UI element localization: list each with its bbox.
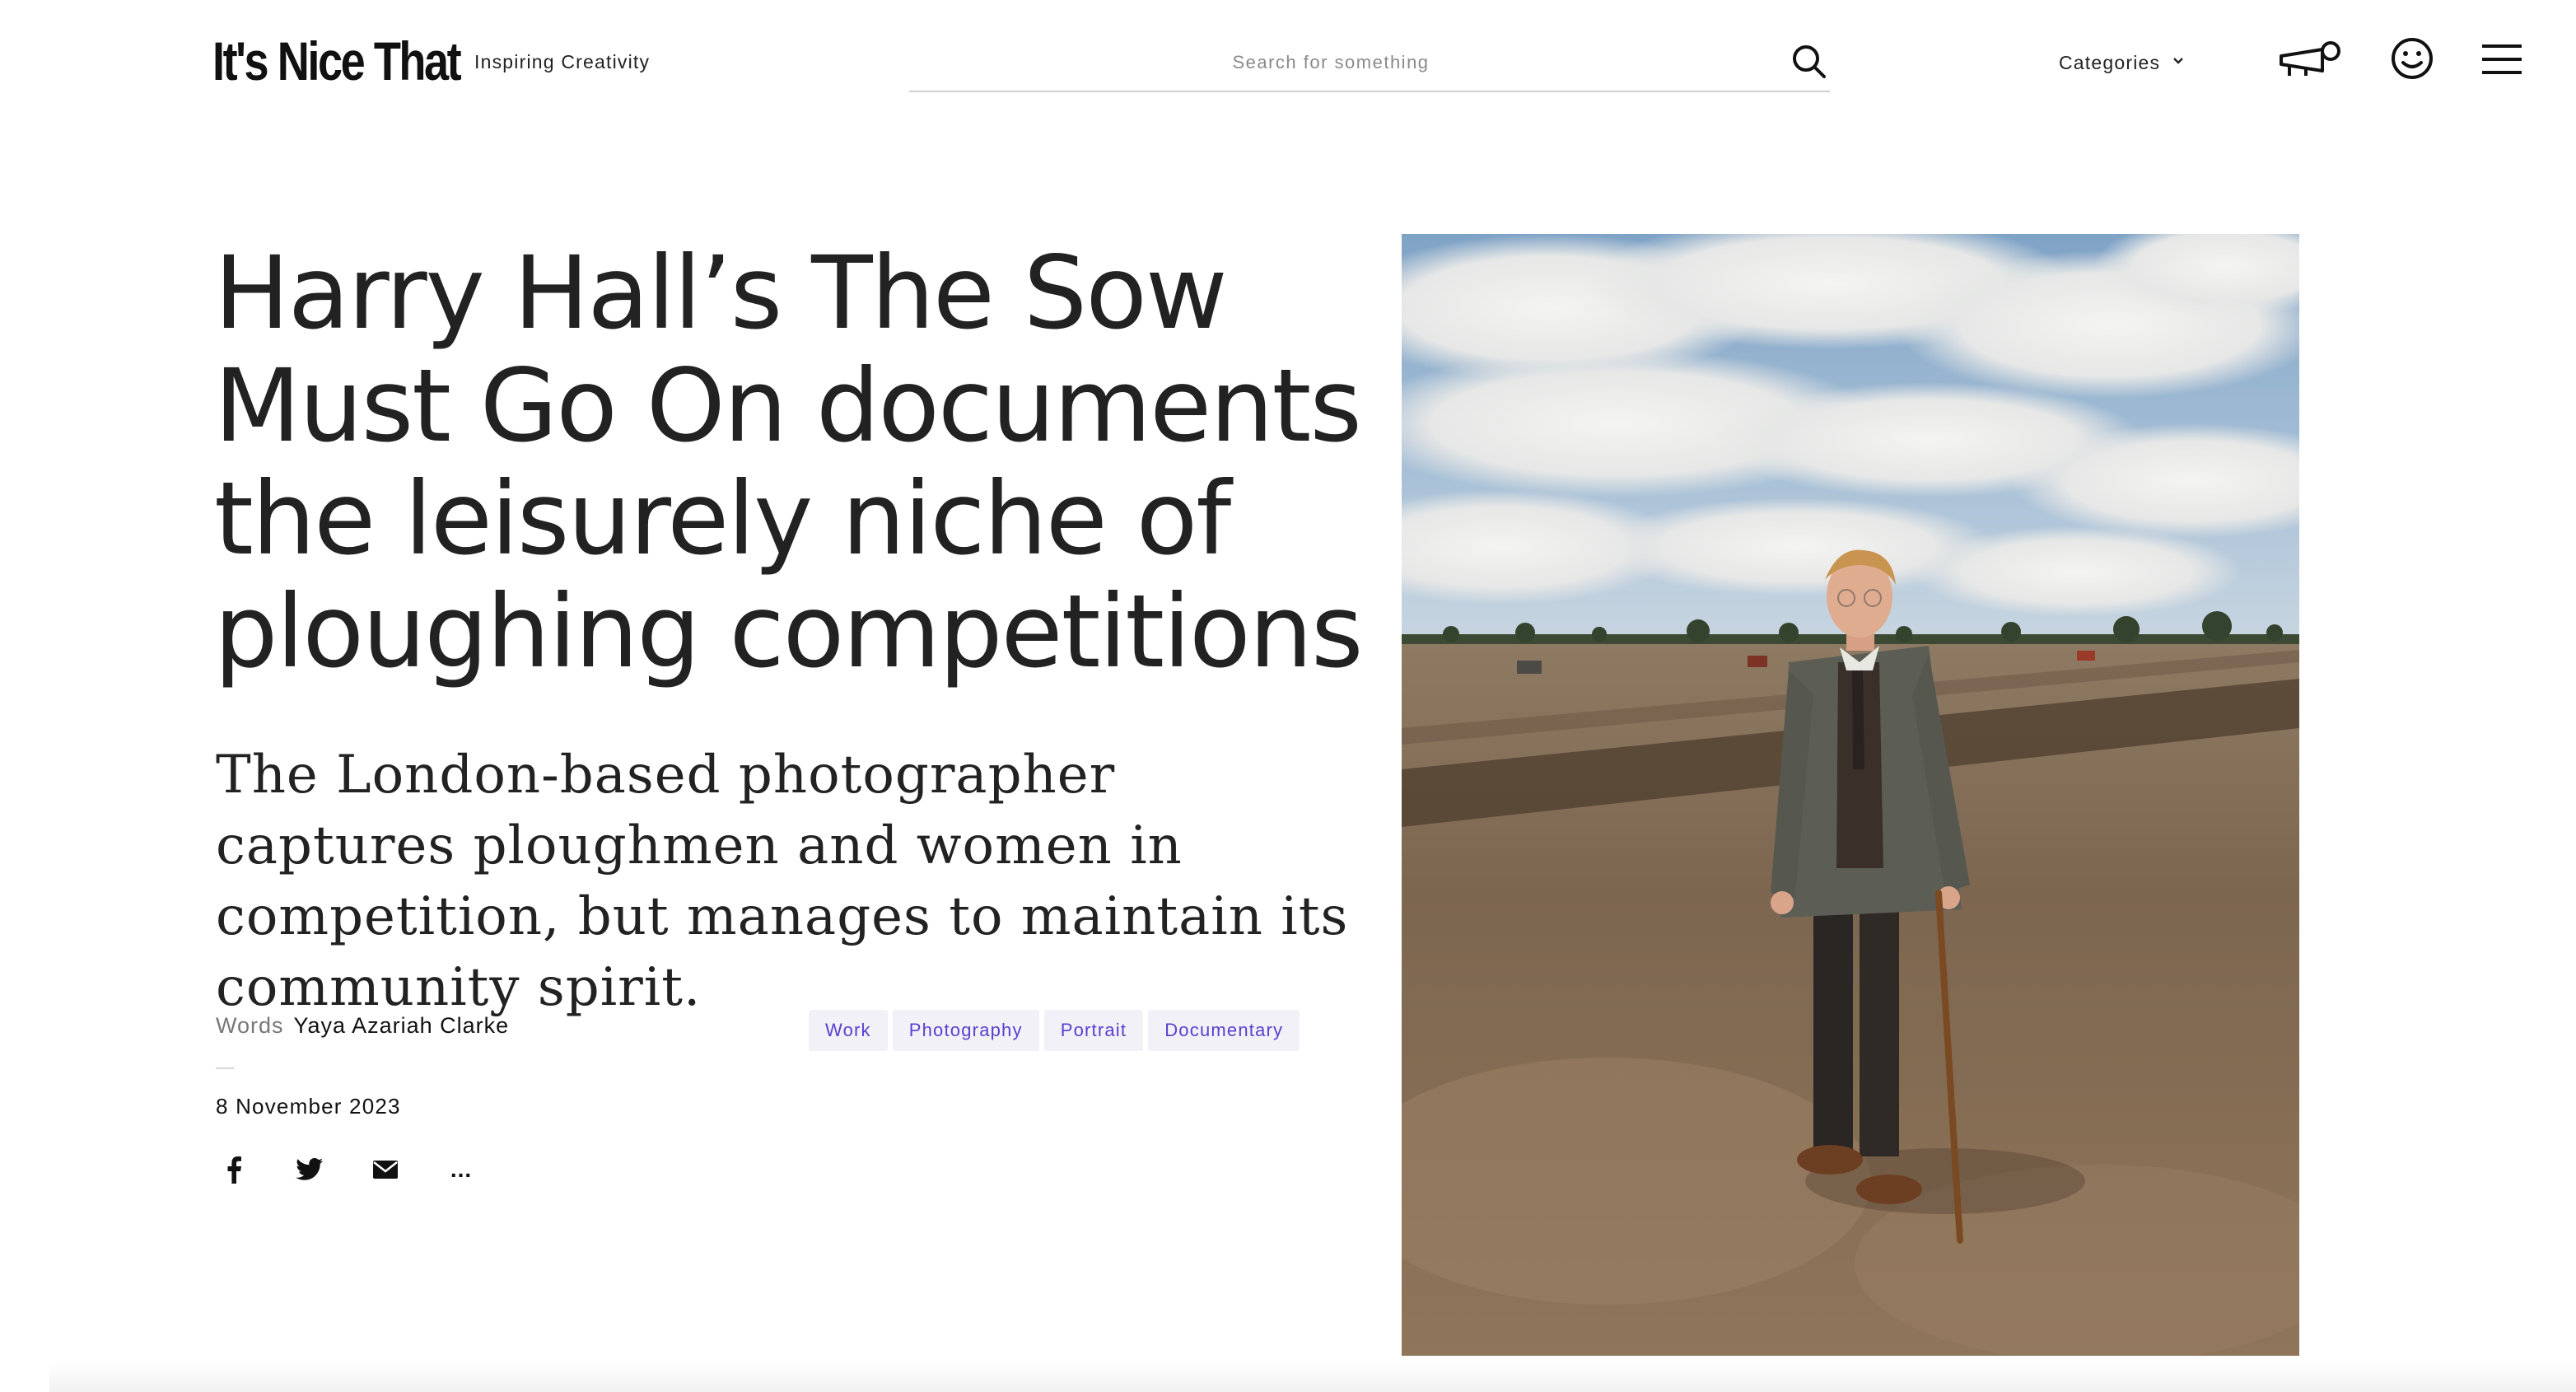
categories-dropdown[interactable]: Categories (2059, 46, 2185, 79)
article-standfirst: The London-based photographer captures p… (216, 745, 1349, 1018)
hero-image (1402, 234, 2299, 1356)
smiley-icon[interactable] (2390, 36, 2434, 85)
facebook-icon[interactable] (216, 1151, 252, 1188)
bottom-fade (49, 1359, 2576, 1392)
publish-date: 8 November 2023 (216, 1094, 401, 1119)
site-header: It's Nice That Inspiring Creativity Cate… (0, 0, 2576, 124)
hamburger-menu-icon[interactable] (2480, 43, 2523, 80)
site-tagline: Inspiring Creativity (474, 51, 651, 72)
share-bar: ... (216, 1151, 479, 1188)
search-input[interactable] (909, 41, 1752, 84)
chevron-down-icon (2172, 55, 2185, 70)
author-link[interactable]: Yaya Azariah Clarke (294, 1013, 510, 1038)
twitter-icon[interactable] (292, 1151, 328, 1188)
more-icon[interactable]: ... (443, 1151, 479, 1188)
more-label: ... (450, 1156, 473, 1182)
tag-documentary[interactable]: Documentary (1148, 1010, 1300, 1051)
site-logo[interactable]: It's Nice That (212, 30, 462, 92)
byline-prefix: Words (216, 1013, 284, 1038)
search-bar (909, 33, 1830, 92)
email-icon[interactable] (367, 1151, 404, 1188)
byline-divider (216, 1067, 234, 1069)
tag-list: Work Photography Portrait Documentary (809, 1010, 1300, 1051)
tag-portrait[interactable]: Portrait (1043, 1010, 1144, 1051)
tag-photography[interactable]: Photography (892, 1010, 1039, 1051)
article-title: Harry Hall’s The Sow Must Go On document… (214, 235, 1364, 690)
tag-work[interactable]: Work (809, 1010, 888, 1051)
byline: Words Yaya Azariah Clarke (216, 1013, 509, 1039)
categories-label: Categories (2059, 51, 2161, 73)
megaphone-icon[interactable] (2278, 38, 2344, 88)
search-icon[interactable] (1789, 41, 1830, 82)
